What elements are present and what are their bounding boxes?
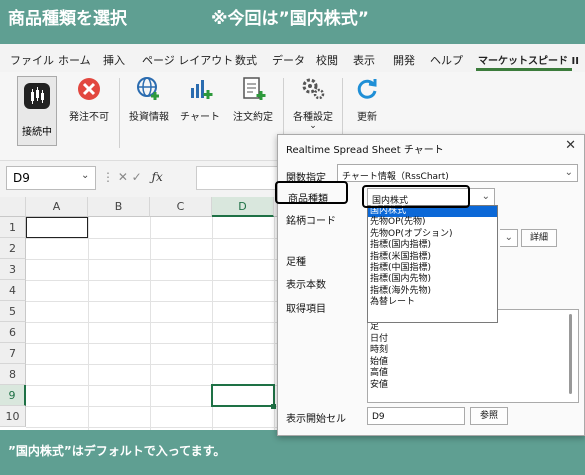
chart-candle-icon [24,83,50,109]
menu-help[interactable]: ヘルプ [430,52,463,68]
menu-page-layout[interactable]: ページ レイアウト [142,52,233,68]
cell-a1-outline[interactable] [26,217,88,238]
column-header-d[interactable]: D [212,197,274,217]
chevron-down-icon: ⌄ [504,232,513,243]
name-box[interactable]: D9 ⌄ [6,166,96,190]
globe-plus-icon [136,76,162,102]
refresh-button[interactable]: 更新 [347,76,387,123]
bar-chart-plus-icon [187,76,213,102]
grid-line [88,217,89,430]
menu-marketspeed[interactable]: マーケットスピード II [478,52,579,67]
menu-insert[interactable]: 挿入 [103,52,125,68]
formula-buttons[interactable]: ⋮ ✕ ✓ [102,170,142,184]
menu-review[interactable]: 校閲 [316,52,338,68]
row-header-3[interactable]: 3 [0,259,26,280]
option-overseas-futures-index[interactable]: 指標(海外先物) [368,286,497,297]
cell-d9-selected[interactable] [211,384,275,407]
gears-icon [300,76,326,102]
items-label: 取得項目 [286,304,326,315]
list-item[interactable]: 始値 [368,357,578,369]
row-header-4[interactable]: 4 [0,280,26,301]
detail-button[interactable]: 詳細 [521,229,557,247]
stop-order-label: 発注不可 [69,112,109,123]
list-scrollbar[interactable] [569,314,572,394]
chevron-down-icon: ⌄ [481,191,490,202]
menu-developer[interactable]: 開発 [393,52,415,68]
option-futures[interactable]: 先物OP(先物) [368,217,497,228]
menu-file[interactable]: ファイル [10,52,54,68]
fill-handle[interactable] [271,404,276,409]
menu-home[interactable]: ホーム [58,52,91,68]
chevron-down-icon: ⌄ [564,167,573,178]
connect-label: 接続中 [22,127,52,138]
stop-order-button[interactable]: 発注不可 [64,76,114,123]
list-item[interactable]: 足 [368,322,578,334]
list-item[interactable]: 時刻 [368,345,578,357]
select-all-corner[interactable] [0,197,26,217]
row-header-1[interactable]: 1 [0,217,26,238]
ribbon-separator [119,78,120,148]
start-cell-label: 表示開始セル [286,414,346,425]
refresh-icon [354,76,380,102]
menu-formulas[interactable]: 数式 [235,52,257,68]
func-select[interactable]: チャート情報（RssChart) ⌄ [337,164,578,182]
chart-label: チャート [180,112,220,123]
menu-view[interactable]: 表示 [353,52,375,68]
chart-button[interactable]: チャート [180,76,220,123]
invest-info-label: 投資情報 [129,112,169,123]
leg-label: 足種 [286,257,306,268]
active-tab-underline [476,68,572,71]
row-header-7[interactable]: 7 [0,343,26,364]
settings-button[interactable]: 各種設定 ⌄ [288,76,338,131]
stop-x-icon [76,76,102,102]
row-header-2[interactable]: 2 [0,238,26,259]
document-plus-icon [240,76,266,102]
banner-title-left: 商品種類を選択 [8,9,127,29]
column-header-b[interactable]: B [88,197,150,217]
invest-info-button[interactable]: 投資情報 [124,76,174,123]
items-listbox[interactable]: 足 日付 時刻 始値 高値 安値 [367,309,579,403]
row-header-9[interactable]: 9 [0,385,26,406]
dialog-title: Realtime Spread Sheet チャート [286,145,444,156]
option-domestic-futures-index[interactable]: 指標(国内先物) [368,274,497,285]
connect-button[interactable]: 接続中 [17,76,57,146]
code-select-arrow[interactable]: ⌄ [500,229,518,247]
order-confirm-button[interactable]: 注文約定 [228,76,278,123]
callout-product-label [275,181,348,204]
start-cell-input[interactable]: D9 [367,407,465,425]
row-header-8[interactable]: 8 [0,364,26,385]
option-us-index[interactable]: 指標(米国指標) [368,252,497,263]
column-header-c[interactable]: C [150,197,212,217]
footer-note: ”国内株式”はデフォルトで入ってます。 [8,444,226,458]
code-label: 銘柄コード [286,216,336,227]
close-icon[interactable]: ✕ [565,138,576,153]
chevron-down-icon: ⌄ [81,170,90,181]
order-confirm-label: 注文約定 [233,112,273,123]
callout-product-select [362,185,470,208]
column-header-a[interactable]: A [26,197,88,217]
func-select-value: チャート情報（RssChart) [342,172,449,182]
ref-button[interactable]: 参照 [470,407,508,425]
row-header-10[interactable]: 10 [0,406,26,427]
list-item[interactable]: 安値 [368,380,578,392]
option-china-index[interactable]: 指標(中国指標) [368,263,497,274]
refresh-label: 更新 [357,112,377,123]
count-label: 表示本数 [286,280,326,291]
formula-icons: ⋮ ✕ ✓ ƒx [102,170,163,184]
menu-data[interactable]: データ [272,52,305,68]
start-cell-value: D9 [372,412,385,422]
grid-line [150,217,151,430]
fx-icon[interactable]: ƒx [152,170,163,184]
option-domestic-index[interactable]: 指標(国内指標) [368,240,497,251]
row-header-6[interactable]: 6 [0,322,26,343]
list-item[interactable]: 日付 [368,334,578,346]
menu-bar: ファイル ホーム 挿入 ページ レイアウト 数式 データ 校閲 表示 開発 ヘル… [0,44,585,72]
list-item[interactable]: 高値 [368,368,578,380]
option-options[interactable]: 先物OP(オプション) [368,229,497,240]
name-box-value: D9 [13,171,30,185]
option-fx-rate[interactable]: 為替レート [368,297,497,308]
product-dropdown: 国内株式 先物OP(先物) 先物OP(オプション) 指標(国内指標) 指標(米国… [367,205,498,323]
row-header-5[interactable]: 5 [0,301,26,322]
banner-title-right: ※今回は”国内株式” [211,9,369,29]
